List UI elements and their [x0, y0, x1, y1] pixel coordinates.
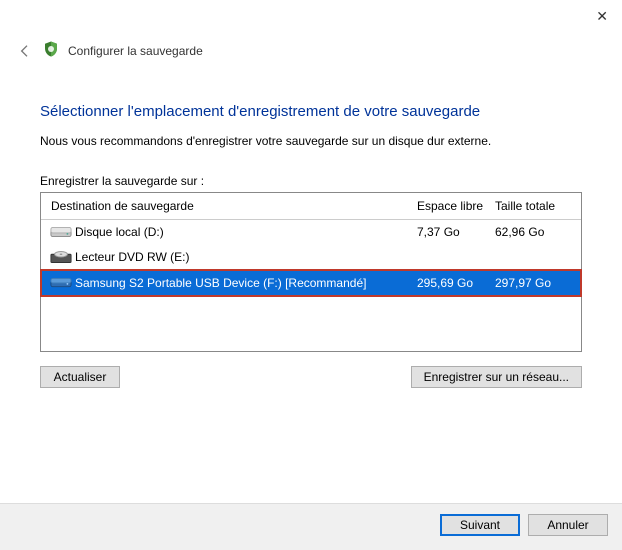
row-free: 295,69 Go [417, 276, 495, 290]
next-button[interactable]: Suivant [440, 514, 520, 536]
list-header: Destination de sauvegarde Espace libre T… [41, 193, 581, 220]
row-total: 62,96 Go [495, 225, 573, 239]
wizard-title: Configurer la sauvegarde [68, 44, 203, 58]
row-destination: Disque local (D:) [75, 225, 417, 239]
row-free: 7,37 Go [417, 225, 495, 239]
col-header-destination[interactable]: Destination de sauvegarde [51, 199, 417, 213]
page-heading: Sélectionner l'emplacement d'enregistrem… [40, 103, 582, 120]
wizard-footer: Suivant Annuler [0, 503, 622, 550]
dvd-drive-icon [47, 248, 75, 266]
list-row[interactable]: Lecteur DVD RW (E:) [41, 244, 581, 270]
usb-drive-icon [47, 276, 75, 290]
hdd-icon [47, 224, 75, 240]
backup-shield-icon [42, 40, 60, 61]
refresh-button[interactable]: Actualiser [40, 366, 120, 388]
row-total: 297,97 Go [495, 276, 573, 290]
list-row[interactable]: Disque local (D:) 7,37 Go 62,96 Go [41, 220, 581, 244]
col-header-total[interactable]: Taille totale [495, 199, 573, 213]
save-on-network-button[interactable]: Enregistrer sur un réseau... [411, 366, 582, 388]
back-arrow-icon[interactable] [16, 42, 34, 60]
row-destination: Samsung S2 Portable USB Device (F:) [Rec… [75, 276, 417, 290]
row-destination: Lecteur DVD RW (E:) [75, 250, 417, 264]
cancel-button[interactable]: Annuler [528, 514, 608, 536]
list-label: Enregistrer la sauvegarde sur : [40, 174, 582, 188]
close-button[interactable]: ✕ [596, 8, 608, 25]
destination-list: Destination de sauvegarde Espace libre T… [40, 192, 582, 352]
list-row[interactable]: Samsung S2 Portable USB Device (F:) [Rec… [41, 270, 581, 296]
page-subtext: Nous vous recommandons d'enregistrer vot… [40, 134, 582, 148]
wizard-header: Configurer la sauvegarde [0, 0, 622, 67]
col-header-free[interactable]: Espace libre [417, 199, 495, 213]
